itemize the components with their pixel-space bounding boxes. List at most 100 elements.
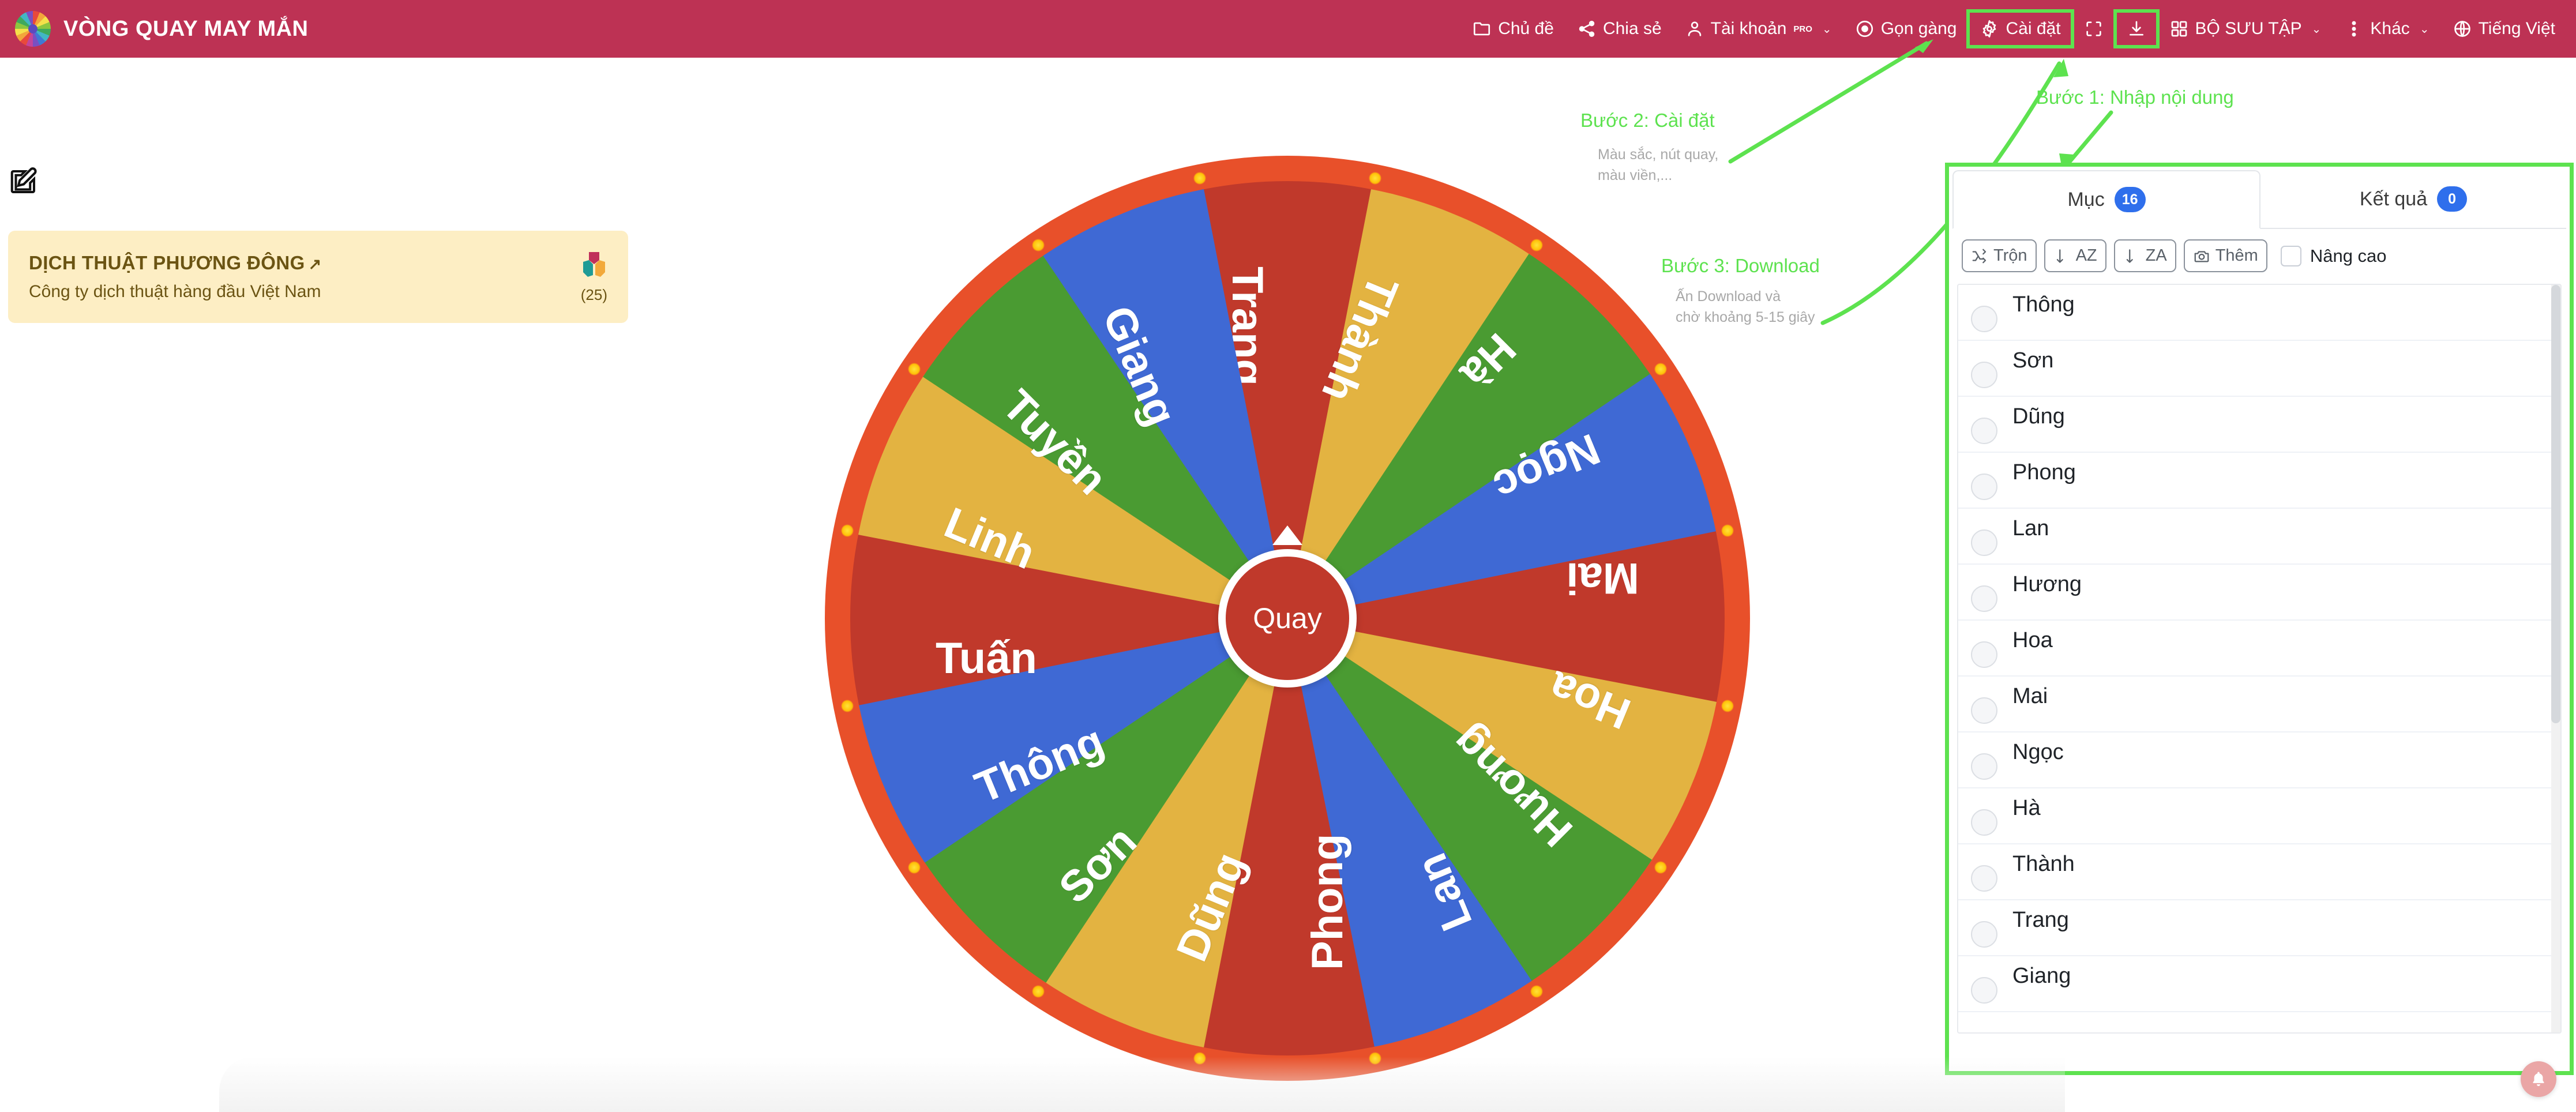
pro-badge: PRO (1793, 24, 1812, 34)
nav-item-cài-đặt[interactable]: Cài đặt (1966, 9, 2074, 48)
list-item[interactable]: Hương (1958, 565, 2560, 621)
fullscreen-icon (2084, 19, 2104, 39)
list-item[interactable]: Hoa (1958, 621, 2560, 677)
item-label: Thành (2012, 852, 2075, 876)
item-radio[interactable] (1971, 976, 1997, 1004)
tab-label: Kết quả (2359, 187, 2428, 210)
list-item[interactable]: Lan (1958, 509, 2560, 565)
item-radio[interactable] (1971, 417, 1997, 444)
toolbar-buttons: Trộn AZ ZA Thêm (1962, 239, 2267, 272)
toolbar-az-button[interactable]: AZ (2044, 239, 2106, 272)
annotation-step3-title: Bước 3: Download (1661, 255, 1820, 276)
item-radio[interactable] (1971, 473, 1997, 500)
grid-icon (2169, 19, 2189, 39)
items-list-rows: Thông Sơn Dũng Phong Lan Hương Hoa Mai Ngọc Hà Thà… (1958, 285, 2560, 1012)
item-label: Dũng (2012, 404, 2065, 429)
wheel-logo-icon (15, 11, 51, 47)
ad-subtitle: Công ty dịch thuật hàng đầu Việt Nam (29, 282, 321, 301)
nav-items: Chủ đề Chia sẻ Tài khoản PRO ⌄ Gọn gàng Cài đặ… (1460, 9, 2576, 48)
globe-icon (2453, 19, 2472, 39)
item-radio[interactable] (1971, 529, 1997, 556)
share-icon (1577, 19, 1597, 39)
nav-item-bộ-sưu-tập[interactable]: BỘ SƯU TẬP ⌄ (2158, 11, 2333, 47)
toolbar-button-label: ZA (2145, 246, 2167, 265)
item-radio[interactable] (1971, 865, 1997, 892)
rim-bulb-icon (1193, 171, 1207, 185)
tab-label: Mục (2067, 188, 2105, 211)
nav-item-chủ-đề[interactable]: Chủ đề (1460, 11, 1565, 47)
item-label: Hà (2012, 796, 2041, 820)
tab-results[interactable]: Kết quả 0 (2260, 170, 2566, 229)
tab-items[interactable]: Mục 16 (1952, 170, 2260, 229)
item-label: Thông (2012, 292, 2075, 317)
nav-item-label: Cài đặt (2006, 19, 2061, 38)
list-item[interactable]: Mai (1958, 677, 2560, 732)
list-item[interactable]: Trang (1958, 900, 2560, 956)
panel-toolbar: Trộn AZ ZA Thêm Nâng cao (1949, 228, 2570, 281)
items-list[interactable]: Thông Sơn Dũng Phong Lan Hương Hoa Mai Ngọc Hà Thà… (1957, 284, 2562, 1034)
item-radio[interactable] (1971, 809, 1997, 836)
list-item[interactable]: Dũng (1958, 397, 2560, 453)
item-radio[interactable] (1971, 697, 1997, 724)
nav-item-label: BỘ SƯU TẬP (2195, 19, 2302, 38)
toolbar-button-label: Thêm (2215, 246, 2258, 265)
nav-item-label: Chủ đề (1498, 19, 1554, 38)
list-item[interactable]: Hà (1958, 788, 2560, 844)
external-link-arrow-icon: ↗ (308, 256, 322, 273)
nav-item-chia-sẻ[interactable]: Chia sẻ (1565, 11, 1673, 47)
advanced-checkbox[interactable]: Nâng cao (2280, 245, 2387, 266)
tab-count-badge: 0 (2437, 186, 2468, 212)
ad-title-text: DỊCH THUẬT PHƯƠNG ĐÔNG (29, 252, 305, 273)
item-radio[interactable] (1971, 641, 1997, 668)
rim-bulb-icon (1031, 239, 1045, 252)
item-radio[interactable] (1971, 361, 1997, 388)
list-item[interactable]: Thông (1958, 285, 2560, 341)
rim-bulb-icon (1721, 699, 1734, 712)
list-item[interactable]: Thành (1958, 844, 2560, 900)
nav-item-tiếng-việt[interactable]: Tiếng Việt (2441, 11, 2567, 47)
rim-bulb-icon (908, 362, 921, 375)
spin-wheel[interactable]: Trang Thành Hà Ngọc Mai Hoa Hương Lan Phong Dũng S… (826, 157, 1749, 1080)
toolbar-thêm-button[interactable]: Thêm (2183, 239, 2267, 272)
arrow-step3-head (2053, 59, 2068, 77)
nav-item-label: Khác (2370, 19, 2410, 38)
list-item[interactable]: Ngọc (1958, 732, 2560, 788)
download-icon (2127, 19, 2146, 39)
rim-bulb-icon (1530, 985, 1544, 998)
toolbar-za-button[interactable]: ZA (2113, 239, 2176, 272)
nav-item-label: Gọn gàng (1880, 19, 1957, 38)
edit-pencil-icon[interactable] (8, 166, 39, 197)
list-item[interactable]: Sơn (1958, 341, 2560, 397)
item-radio[interactable] (1971, 305, 1997, 332)
sponsor-ad-card[interactable]: DỊCH THUẬT PHƯƠNG ĐÔNG ↗ Công ty dịch thu… (8, 231, 628, 323)
nav-item-fullscreen[interactable] (2072, 11, 2115, 47)
sort-down-icon (2053, 247, 2071, 265)
list-item[interactable]: Phong (1958, 453, 2560, 509)
item-radio[interactable] (1971, 753, 1997, 780)
item-label: Phong (2012, 460, 2076, 484)
toolbar-trộn-button[interactable]: Trộn (1962, 239, 2037, 272)
annotation-step3-sub: Ấn Download và chờ khoảng 5-15 giây (1676, 288, 1815, 326)
spin-button[interactable]: Quay (1218, 549, 1357, 688)
nav-item-download[interactable] (2113, 9, 2160, 48)
rim-bulb-icon (840, 524, 854, 538)
item-radio[interactable] (1971, 921, 1997, 948)
advanced-checkbox-box[interactable] (2280, 245, 2301, 266)
nav-item-khác[interactable]: Khác ⌄ (2333, 11, 2440, 47)
item-label: Giang (2012, 964, 2071, 988)
camera-icon (2193, 247, 2210, 265)
nav-item-tài-khoản[interactable]: Tài khoản PRO ⌄ (1673, 11, 1843, 47)
item-label: Hoa (2012, 628, 2053, 652)
items-panel: Mục 16 Kết quả 0 Trộn AZ ZA Thêm Nâng cao Thôn… (1945, 163, 2574, 1075)
wheel-segment-label: Phong (1303, 833, 1352, 970)
brand[interactable]: VÒNG QUAY MAY MẮN (0, 11, 309, 47)
notification-bell-button[interactable] (2521, 1061, 2556, 1097)
gear-icon (1980, 19, 1999, 39)
list-item[interactable]: Giang (1958, 956, 2560, 1012)
nav-item-gọn-gàng[interactable]: Gọn gàng (1843, 11, 1969, 47)
toolbar-button-label: AZ (2075, 246, 2097, 265)
list-scrollbar-track[interactable] (2551, 285, 2560, 1032)
arrow-step1-line (2063, 110, 2113, 170)
list-scrollbar-thumb[interactable] (2551, 285, 2560, 723)
item-radio[interactable] (1971, 585, 1997, 612)
